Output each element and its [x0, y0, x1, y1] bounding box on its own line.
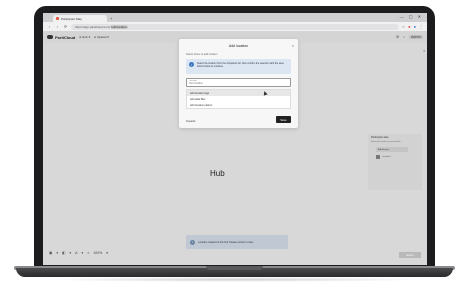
logo-mark-icon	[47, 35, 53, 39]
nav-upload[interactable]: ● Upload ▾	[94, 35, 109, 39]
right-panel: Participant data Select the location to …	[368, 134, 422, 190]
modal-title: Add location	[228, 44, 249, 48]
bottom-toolbar: ▣ ▾ ◧ ▾ A ▾ ≡ 100% ▾	[49, 251, 108, 255]
field-value: Hub location	[189, 82, 203, 85]
search-icon[interactable]: ⌕	[403, 35, 405, 39]
browser-menu-icon[interactable]: ⋮	[419, 24, 423, 29]
cancel-button[interactable]: Cancel	[186, 119, 195, 123]
extension-red-icon[interactable]: ●	[408, 24, 410, 29]
zoom-level[interactable]: 100%	[93, 251, 102, 255]
info-icon: i	[190, 239, 195, 245]
add-location-panel-button[interactable]: Add location	[376, 147, 408, 152]
add-location-modal: Add location × Select where to add locat…	[179, 39, 298, 128]
chevron-down-icon[interactable]: ▾	[56, 251, 58, 255]
laptop-notch	[206, 266, 263, 270]
settings-icon[interactable]: ⚙	[396, 35, 399, 39]
panel-list-item[interactable]: Location 1	[376, 155, 422, 159]
logo-text: PartiCloud	[55, 34, 76, 40]
dropdown-option[interactable]: Add location pattern	[187, 102, 290, 108]
info-icon: i	[189, 62, 194, 67]
save-button[interactable]: Save	[276, 116, 291, 123]
banner-text: Location created for this hub. Please re…	[198, 240, 254, 244]
tab-title: Participant Map	[61, 16, 82, 21]
window-controls[interactable]: — ▢ ✕	[400, 14, 423, 19]
url-highlight: hub/location	[111, 24, 128, 29]
field-label: Location	[189, 80, 197, 82]
chevron-down-icon[interactable]: ▾	[82, 251, 84, 255]
align-icon[interactable]: ≡	[87, 251, 89, 255]
view-icon[interactable]: ◧	[62, 251, 65, 255]
info-text: Select the location from the dropdown li…	[197, 62, 284, 69]
collapse-panel-icon[interactable]: ✕	[423, 49, 426, 53]
browser-address-bar: ‹ › ⟳ https://app.particloud.com/ hub/lo…	[43, 22, 427, 31]
info-callout: i Select the location from the dropdown …	[186, 59, 291, 74]
location-select[interactable]: Location Hub location	[186, 78, 291, 87]
url-prefix: https://app.particloud.com/	[75, 24, 111, 29]
laptop-scene: Participant Map + — ▢ ✕ ‹ › ⟳ https://ap…	[0, 0, 469, 284]
notification-banner: i Location created for this hub. Please …	[186, 235, 288, 249]
header-right: ⚙ ⌕ Admin	[396, 35, 423, 39]
nav-hub-label: Hub	[82, 35, 88, 39]
app-logo[interactable]: PartiCloud	[47, 35, 75, 40]
reload-icon[interactable]: ⟳	[63, 24, 68, 29]
dropdown-list: Add location tags Add data filter Add lo…	[186, 89, 291, 109]
forward-icon[interactable]: ›	[55, 24, 60, 29]
nav-hub[interactable]: ● Hub ▾	[79, 35, 90, 39]
panel-text: Select the location to view details	[371, 141, 401, 143]
export-button[interactable]: Export	[399, 252, 421, 258]
nav-upload-label: Upload	[96, 35, 107, 39]
url-input[interactable]: https://app.particloud.com/ hub/location	[71, 23, 399, 30]
laptop-screen: Participant Map + — ▢ ✕ ‹ › ⟳ https://ap…	[43, 13, 427, 265]
laptop-shadow	[40, 277, 429, 282]
panel-item-label: Location 1	[382, 156, 392, 158]
bookmark-star-icon[interactable]: ☆	[402, 24, 406, 29]
chevron-down-icon[interactable]: ▾	[69, 251, 71, 255]
layout-icon[interactable]: ▣	[49, 251, 52, 255]
close-icon[interactable]: ×	[292, 43, 294, 48]
hub-label: Hub	[210, 169, 225, 178]
extensions-bar: ☆ ● ● ⋮	[402, 24, 423, 29]
chevron-down-icon[interactable]: ▾	[106, 251, 108, 255]
modal-subtitle: Select where to add location	[186, 53, 218, 56]
extension-blue-icon[interactable]: ●	[414, 24, 416, 29]
panel-title: Participant data	[371, 136, 389, 139]
back-icon[interactable]: ‹	[47, 24, 52, 29]
user-badge[interactable]: Admin	[409, 35, 423, 39]
text-format-icon[interactable]: A	[75, 251, 77, 255]
favicon-icon	[56, 17, 59, 20]
browser-tab-bar: Participant Map + — ▢ ✕	[43, 13, 427, 22]
location-thumbnail-icon	[376, 155, 380, 159]
new-tab-button[interactable]: +	[110, 15, 112, 22]
browser-tab[interactable]: Participant Map	[53, 15, 107, 22]
